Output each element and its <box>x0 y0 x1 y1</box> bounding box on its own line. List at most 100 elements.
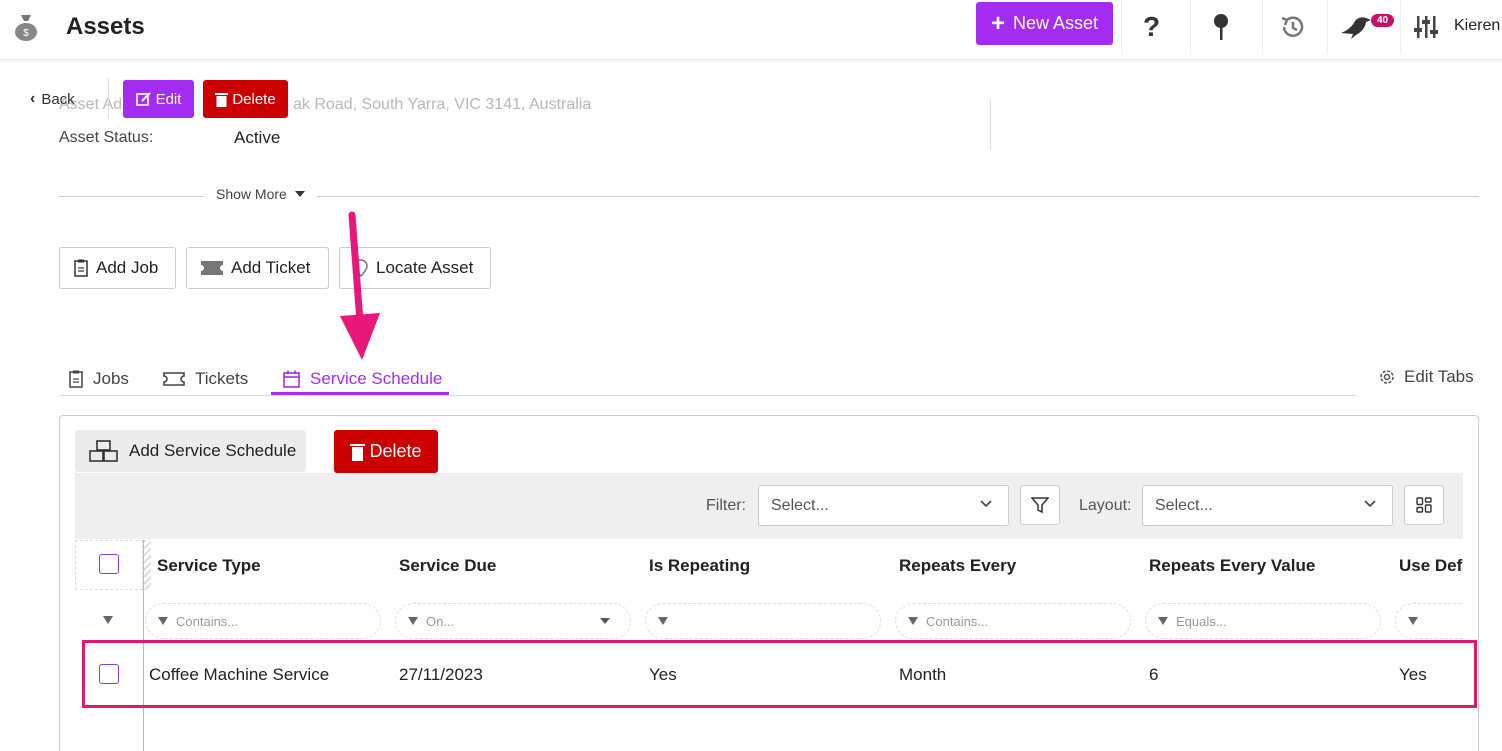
pin-icon <box>1213 14 1228 40</box>
asset-address-value: ak Road, South Yarra, VIC 3141, Australi… <box>293 96 592 113</box>
column-header-repeats-every[interactable]: Repeats Every <box>899 556 1016 576</box>
new-asset-label: New Asset <box>1012 13 1099 33</box>
add-job-label: Add Job <box>96 258 159 277</box>
divider <box>108 78 109 118</box>
filter-label: Filter: <box>706 497 746 514</box>
page-title: Assets <box>66 13 145 40</box>
use-default-filter[interactable] <box>1395 603 1463 639</box>
asset-status-label: Asset Status: <box>59 129 154 146</box>
ticket-icon <box>201 261 223 275</box>
tab-service-schedule-label: Service Schedule <box>310 369 443 388</box>
add-ticket-label: Add Ticket <box>231 258 311 277</box>
filter-select[interactable]: Select... <box>758 485 1009 526</box>
money-bag-icon: $ <box>15 15 37 41</box>
filter-placeholder: On... <box>426 613 455 629</box>
filter-placeholder: Contains... <box>176 613 239 629</box>
edit-tabs-button[interactable]: Edit Tabs <box>1378 367 1474 387</box>
ticket-icon <box>163 372 185 386</box>
settings-sliders-button[interactable] <box>1400 0 1450 54</box>
add-job-button[interactable]: Add Job <box>59 247 176 289</box>
gear-icon <box>1380 370 1394 384</box>
annotation-arrow-icon <box>340 211 380 360</box>
help-button[interactable]: ? <box>1121 0 1181 54</box>
divider <box>59 395 1356 396</box>
chevron-left-icon: ‹ <box>30 90 36 107</box>
plus-icon: + <box>990 9 1005 37</box>
funnel-icon <box>658 617 668 625</box>
column-header-use-default[interactable]: Use Defa <box>1399 556 1463 576</box>
calendar-icon <box>283 370 300 388</box>
notification-badge: 40 <box>1371 14 1395 27</box>
new-asset-button[interactable]: + New Asset <box>976 2 1113 45</box>
add-ticket-button[interactable]: Add Ticket <box>186 247 329 289</box>
delete-schedule-label: Delete <box>369 441 422 461</box>
service-type-filter[interactable]: Contains... <box>145 603 381 639</box>
funnel-icon <box>158 617 168 625</box>
boxes-icon <box>89 440 118 462</box>
column-header-repeats-every-value[interactable]: Repeats Every Value <box>1149 556 1315 576</box>
funnel-icon <box>1408 617 1418 625</box>
delete-label: Delete <box>232 90 276 108</box>
add-service-schedule-label: Add Service Schedule <box>129 441 297 460</box>
tab-service-schedule[interactable]: Service Schedule <box>283 365 442 393</box>
select-all-checkbox[interactable] <box>99 554 119 574</box>
filter-placeholder: Equals... <box>1176 613 1227 629</box>
history-icon <box>1281 16 1303 37</box>
row-highlight-annotation <box>82 640 1477 708</box>
bird-icon <box>1340 17 1371 39</box>
layout-grid-button[interactable] <box>1404 485 1444 525</box>
tab-tickets-label: Tickets <box>195 369 249 388</box>
sliders-icon <box>1413 16 1438 38</box>
layout-select[interactable]: Select... <box>1142 485 1393 526</box>
divider <box>990 100 991 150</box>
edit-label: Edit <box>155 90 182 108</box>
chevron-down-icon <box>980 500 992 508</box>
filter-placeholder: Contains... <box>926 613 989 629</box>
locate-asset-label: Locate Asset <box>376 258 474 277</box>
grid-icon <box>1416 497 1432 513</box>
funnel-icon <box>408 617 418 625</box>
notifications-button[interactable] <box>1327 0 1397 54</box>
delete-schedule-button[interactable]: Delete <box>334 430 438 473</box>
user-name[interactable]: Kieren <box>1454 17 1500 35</box>
pin-button[interactable] <box>1190 0 1250 54</box>
trash-icon <box>215 92 229 107</box>
clipboard-icon <box>69 370 83 388</box>
filter-button[interactable] <box>1020 485 1060 525</box>
filter-select-value: Select... <box>771 496 829 514</box>
column-header-is-repeating[interactable]: Is Repeating <box>649 556 750 576</box>
funnel-icon <box>1031 497 1049 514</box>
asset-status-value: Active <box>234 128 281 147</box>
chevron-down-icon <box>1364 500 1376 508</box>
show-more-toggle[interactable]: Show More <box>204 186 317 202</box>
edit-icon <box>135 92 151 106</box>
tab-jobs[interactable]: Jobs <box>69 365 129 393</box>
svg-text:$: $ <box>23 28 29 39</box>
repeats-every-value-filter[interactable]: Equals... <box>1145 603 1381 639</box>
column-header-service-type[interactable]: Service Type <box>157 556 261 576</box>
service-due-filter[interactable]: On... <box>395 603 631 639</box>
back-label: Back <box>41 90 75 108</box>
tab-jobs-label: Jobs <box>93 369 129 388</box>
funnel-icon <box>908 617 918 625</box>
add-service-schedule-button[interactable]: Add Service Schedule <box>75 430 306 472</box>
caret-down-icon <box>600 618 610 624</box>
back-button[interactable]: ‹ Back <box>30 90 75 108</box>
repeats-every-filter[interactable]: Contains... <box>895 603 1131 639</box>
caret-down-icon <box>294 191 305 197</box>
layout-label: Layout: <box>1079 497 1132 514</box>
top-bar: $ Assets + New Asset ? 40 Kieren <box>0 0 1502 60</box>
is-repeating-filter[interactable] <box>645 603 881 639</box>
trash-icon <box>350 443 366 461</box>
edit-button[interactable]: Edit <box>123 80 194 118</box>
column-header-service-due[interactable]: Service Due <box>399 556 496 576</box>
funnel-icon <box>1158 617 1168 625</box>
tab-tickets[interactable]: Tickets <box>163 365 248 393</box>
history-button[interactable] <box>1262 0 1322 54</box>
question-mark-icon: ? <box>1142 11 1161 42</box>
column-resize-handle[interactable] <box>144 540 151 590</box>
clipboard-icon <box>74 259 88 277</box>
delete-asset-button[interactable]: Delete <box>203 80 288 118</box>
funnel-icon <box>103 616 113 624</box>
show-more-label: Show More <box>216 186 287 202</box>
